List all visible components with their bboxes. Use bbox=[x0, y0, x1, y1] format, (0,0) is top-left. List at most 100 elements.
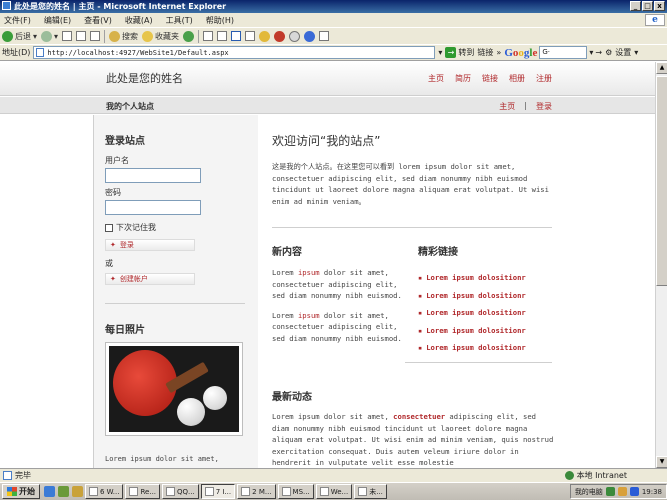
link-text[interactable]: Lorem ipsum dolositionr bbox=[426, 308, 526, 317]
taskbar-task[interactable]: 未... bbox=[354, 484, 387, 499]
tray-label[interactable]: 我的电脑 bbox=[575, 487, 603, 497]
link-text[interactable]: Lorem ipsum dolositionr bbox=[426, 326, 526, 335]
print-icon[interactable] bbox=[217, 31, 228, 41]
window-titlebar[interactable]: 此处是您的姓名 | 主页 - Microsoft Internet Explor… bbox=[0, 0, 667, 13]
network-tray-icon[interactable] bbox=[605, 487, 615, 496]
minimize-button[interactable]: _ bbox=[630, 1, 641, 11]
remember-me-checkbox[interactable]: 下次记住我 bbox=[105, 222, 156, 233]
taskbar-task[interactable]: QQ... bbox=[162, 484, 199, 499]
zone-label: 本地 Intranet bbox=[576, 471, 627, 480]
forward-dropdown-icon[interactable]: ▾ bbox=[54, 32, 58, 41]
sidebar: 登录站点 用户名 密码 下次记住我 ✦ 登录 或 ✦ 创建帐户 每日照片 Lor… bbox=[94, 115, 258, 468]
links-chevron-icon[interactable]: » bbox=[496, 48, 501, 57]
word-edit-icon[interactable] bbox=[231, 31, 242, 41]
scroll-thumb[interactable] bbox=[656, 76, 667, 286]
explorer-quick-icon[interactable] bbox=[72, 486, 83, 497]
google-dropdown-icon[interactable]: ▾ bbox=[589, 48, 593, 57]
settings-button[interactable]: 设置 bbox=[615, 47, 631, 58]
username-field[interactable] bbox=[105, 168, 201, 183]
news-highlight[interactable]: ipsum bbox=[298, 311, 320, 320]
clock[interactable]: 19:38 bbox=[642, 488, 662, 496]
search-button[interactable]: 搜索 bbox=[109, 30, 138, 42]
back-button[interactable]: 后退 ▾ bbox=[2, 30, 37, 42]
menu-view[interactable]: 查看(V) bbox=[84, 15, 112, 26]
maximize-button[interactable]: □ bbox=[642, 1, 653, 11]
google-search-go-icon[interactable]: → bbox=[595, 48, 602, 57]
checkbox-box[interactable] bbox=[105, 223, 113, 232]
link-item[interactable]: ▪ Lorem ipsum dolositionr bbox=[418, 269, 558, 287]
link-item[interactable]: ▪ Lorem ipsum dolositionr bbox=[418, 304, 558, 322]
nav-resume[interactable]: 简历 bbox=[455, 73, 471, 84]
create-account-button[interactable]: ✦ 创建帐户 bbox=[105, 273, 195, 285]
intro-paragraph: 这是我的个人站点。在这里您可以看到 lorem ipsum dolor sit … bbox=[272, 162, 549, 206]
home-icon[interactable] bbox=[90, 31, 101, 41]
links-button[interactable]: 链接 bbox=[477, 47, 493, 58]
research-icon[interactable] bbox=[304, 30, 316, 42]
google-search-input[interactable]: G· bbox=[539, 46, 588, 59]
nav-home[interactable]: 主页 bbox=[428, 73, 444, 84]
start-button[interactable]: 开始 bbox=[2, 484, 40, 499]
back-dropdown-icon[interactable]: ▾ bbox=[33, 32, 37, 41]
login-button[interactable]: ✦ 登录 bbox=[105, 239, 195, 251]
site-subtitle: 我的个人站点 bbox=[106, 102, 154, 111]
folder-icon[interactable] bbox=[259, 30, 271, 42]
translate-icon[interactable] bbox=[319, 31, 330, 41]
menu-favorites[interactable]: 收藏(A) bbox=[125, 15, 153, 26]
desktop-quick-icon[interactable] bbox=[58, 486, 69, 497]
browser-toolbar: 后退 ▾ ▾ 搜索 收藏夹 bbox=[0, 27, 667, 44]
messenger-icon[interactable] bbox=[274, 30, 286, 42]
scroll-up-icon[interactable]: ▲ bbox=[656, 62, 667, 74]
menu-tools[interactable]: 工具(T) bbox=[166, 15, 193, 26]
link-text[interactable]: Lorem ipsum dolositionr bbox=[426, 273, 526, 282]
taskbar-task[interactable]: Re... bbox=[125, 484, 161, 499]
qq-icon[interactable] bbox=[289, 30, 301, 42]
create-account-label: 创建帐户 bbox=[119, 275, 148, 283]
news-highlight[interactable]: ipsum bbox=[298, 268, 320, 277]
menu-file[interactable]: 文件(F) bbox=[4, 15, 31, 26]
password-field[interactable] bbox=[105, 200, 201, 215]
menu-help[interactable]: 帮助(H) bbox=[206, 15, 234, 26]
link-item[interactable]: ▪ Lorem ipsum dolositionr bbox=[418, 322, 558, 340]
tray-icon[interactable] bbox=[617, 487, 627, 496]
settings-dropdown-icon[interactable]: ▾ bbox=[634, 48, 638, 57]
or-text: 或 bbox=[105, 259, 113, 268]
subnav-login-link[interactable]: 登录 bbox=[536, 101, 552, 112]
latest-highlight[interactable]: consectetuer bbox=[393, 412, 445, 421]
favorites-button[interactable]: 收藏夹 bbox=[142, 30, 179, 42]
vertical-scrollbar[interactable]: ▲ ▼ bbox=[655, 62, 667, 468]
address-url: http://localhost:4927/WebSite1/Default.a… bbox=[47, 48, 229, 57]
taskbar-task[interactable]: 7 I... bbox=[200, 484, 236, 499]
tray-icon[interactable] bbox=[629, 487, 639, 496]
taskbar-task[interactable]: 6 W... bbox=[85, 484, 124, 499]
settings-gear-icon[interactable]: ⚙ bbox=[605, 48, 612, 57]
address-input[interactable]: http://localhost:4927/WebSite1/Default.a… bbox=[33, 46, 436, 59]
nav-register[interactable]: 注册 bbox=[536, 73, 552, 84]
task-label: 7 I... bbox=[215, 487, 232, 496]
forward-button[interactable]: ▾ bbox=[41, 30, 58, 42]
menu-edit[interactable]: 编辑(E) bbox=[44, 15, 71, 26]
nav-albums[interactable]: 相册 bbox=[509, 73, 525, 84]
security-zone: 本地 Intranet bbox=[564, 470, 627, 481]
link-text[interactable]: Lorem ipsum dolositionr bbox=[426, 291, 526, 300]
taskbar-task[interactable]: 2 M... bbox=[237, 484, 276, 499]
link-text[interactable]: Lorem ipsum dolositionr bbox=[426, 343, 526, 352]
subnav-home-link[interactable]: 主页 bbox=[499, 101, 515, 112]
link-item[interactable]: ▪ Lorem ipsum dolositionr bbox=[418, 287, 558, 305]
ie-quick-icon[interactable] bbox=[44, 486, 55, 497]
scroll-down-icon[interactable]: ▼ bbox=[656, 456, 667, 468]
windows-logo-icon: e bbox=[645, 14, 665, 26]
refresh-icon[interactable] bbox=[76, 31, 87, 41]
address-dropdown-icon[interactable]: ▾ bbox=[438, 48, 442, 57]
nav-links[interactable]: 链接 bbox=[482, 73, 498, 84]
task-icon bbox=[204, 487, 214, 496]
taskbar-task[interactable]: We... bbox=[315, 484, 353, 499]
mail-icon[interactable] bbox=[203, 31, 214, 41]
discuss-icon[interactable] bbox=[245, 31, 256, 41]
go-button[interactable]: → 转到 bbox=[445, 47, 474, 58]
news-heading: 新内容 bbox=[272, 247, 302, 258]
taskbar-task[interactable]: MS... bbox=[277, 484, 314, 499]
stop-icon[interactable] bbox=[62, 31, 73, 41]
media-icon[interactable] bbox=[183, 30, 195, 42]
close-button[interactable]: x bbox=[654, 1, 665, 11]
link-item[interactable]: ▪ Lorem ipsum dolositionr bbox=[418, 339, 558, 357]
